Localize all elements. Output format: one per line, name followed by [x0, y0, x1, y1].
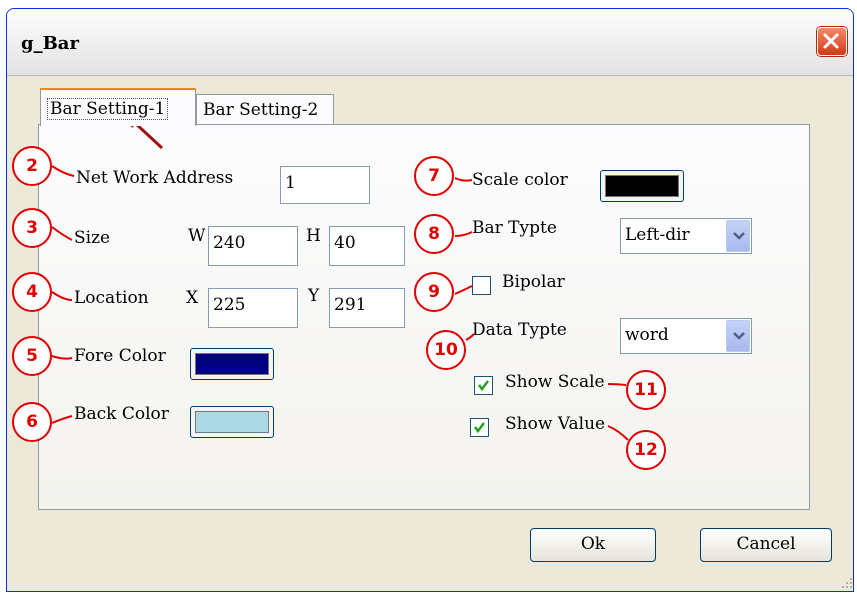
resize-grip-icon[interactable] [841, 577, 853, 589]
height-input[interactable]: 40 [329, 226, 405, 266]
cancel-button[interactable]: Cancel [700, 528, 832, 562]
bar-type-select[interactable]: Left-dir [620, 218, 752, 254]
data-type-select[interactable]: word [620, 318, 752, 354]
show-value-checkbox[interactable] [470, 418, 489, 437]
bipolar-checkbox[interactable] [472, 276, 491, 295]
annotation-badge-4: 4 [12, 272, 52, 312]
network-address-input[interactable]: 1 [280, 166, 370, 204]
dropdown-button[interactable] [726, 220, 750, 252]
annotation-badge-9: 9 [414, 272, 454, 312]
tab-label: Bar Setting-1 [47, 98, 169, 120]
fore-color-swatch [195, 353, 269, 375]
data-type-value: word [625, 325, 669, 345]
location-label: Location [74, 288, 149, 308]
annotation-badge-7: 7 [414, 156, 454, 196]
data-type-label: Data Typte [472, 320, 567, 340]
back-color-label: Back Color [74, 404, 169, 424]
tab-bar-setting-1[interactable]: Bar Setting-1 [40, 88, 196, 126]
dropdown-button[interactable] [726, 320, 750, 352]
chevron-down-icon [733, 232, 745, 240]
annotation-badge-6: 6 [12, 402, 52, 442]
fore-color-label: Fore Color [74, 346, 166, 366]
show-scale-checkbox[interactable] [474, 376, 493, 395]
size-w-label: W [188, 226, 206, 246]
x-input[interactable]: 225 [208, 288, 298, 328]
title-bar[interactable]: g_Bar [7, 9, 853, 76]
window-title: g_Bar [21, 33, 79, 54]
size-label: Size [74, 228, 111, 248]
show-scale-label: Show Scale [505, 372, 605, 392]
close-icon [823, 33, 839, 49]
back-color-button[interactable] [190, 406, 274, 438]
network-address-label: Net Work Address [76, 168, 234, 188]
width-input[interactable]: 240 [208, 226, 298, 266]
annotation-badge-5: 5 [12, 336, 52, 376]
bipolar-label: Bipolar [502, 272, 565, 292]
tab-bar-setting-2[interactable]: Bar Setting-2 [196, 94, 334, 125]
scale-color-button[interactable] [600, 170, 684, 202]
tab-label: Bar Setting-2 [203, 100, 319, 120]
scale-color-label: Scale color [472, 170, 568, 190]
checkmark-icon [474, 422, 485, 434]
chevron-down-icon [733, 332, 745, 340]
location-x-label: X [186, 288, 199, 308]
annotation-badge-12: 12 [626, 430, 666, 470]
annotation-badge-2: 2 [12, 146, 52, 186]
bar-type-label: Bar Typte [472, 218, 557, 238]
annotation-badge-10: 10 [426, 330, 466, 370]
checkmark-icon [478, 380, 489, 392]
back-color-swatch [195, 411, 269, 433]
ok-button[interactable]: Ok [530, 528, 656, 562]
show-value-label: Show Value [505, 414, 606, 434]
scale-color-swatch [605, 175, 679, 197]
annotation-badge-3: 3 [12, 208, 52, 248]
close-button[interactable] [817, 27, 847, 56]
bar-type-value: Left-dir [625, 225, 690, 245]
annotation-badge-8: 8 [414, 214, 454, 254]
annotation-badge-11: 11 [626, 370, 666, 410]
location-y-label: Y [308, 286, 320, 306]
size-h-label: H [306, 226, 321, 246]
y-input[interactable]: 291 [329, 288, 405, 328]
fore-color-button[interactable] [190, 348, 274, 380]
